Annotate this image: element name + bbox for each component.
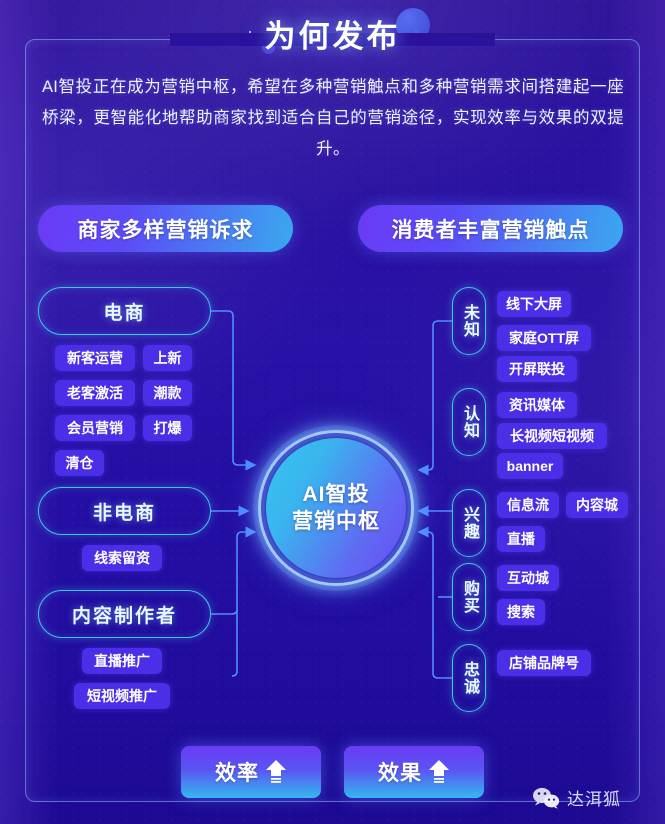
- stage-pill-purchase[interactable]: 购买: [452, 563, 486, 631]
- tag-chip[interactable]: 直播推广: [82, 648, 162, 674]
- page-title: 为何发布: [264, 18, 401, 54]
- header-pill-merchant[interactable]: 商家多样营销诉求: [38, 205, 293, 252]
- stage-pill-aware[interactable]: 认知: [452, 388, 486, 456]
- stage-pill-unknown[interactable]: 未知: [452, 287, 486, 355]
- page-title-row: 为何发布: [0, 8, 665, 64]
- effect-button-label: 效果: [378, 762, 422, 785]
- tag-chip[interactable]: 开屏联投: [497, 356, 577, 382]
- tag-chip[interactable]: 清仓: [55, 450, 104, 476]
- group-pill-ecommerce[interactable]: 电商: [38, 287, 211, 335]
- stage-pill-interest[interactable]: 兴趣: [452, 489, 486, 557]
- watermark: 达洱狐: [532, 785, 621, 810]
- hub-title-line1: AI智投: [302, 483, 370, 506]
- stage-pill-label: 购买: [461, 580, 478, 614]
- tag-chip[interactable]: 新客运营: [55, 345, 135, 371]
- tag-chip[interactable]: 老客激活: [55, 380, 135, 406]
- tag-chip[interactable]: 上新: [143, 345, 192, 371]
- tag-chip[interactable]: 信息流: [497, 492, 559, 518]
- arrow-up-icon: [429, 760, 449, 783]
- tag-chip[interactable]: 家庭OTT屏: [497, 325, 591, 351]
- hub-center-node[interactable]: AI智投 营销中枢: [266, 438, 406, 578]
- tag-chip[interactable]: 会员营销: [55, 415, 135, 441]
- tag-chip[interactable]: 短视频推广: [74, 683, 170, 709]
- stage-pill-label: 认知: [461, 405, 478, 439]
- tag-chip[interactable]: 直播: [497, 526, 545, 552]
- tag-chip[interactable]: 潮款: [143, 380, 192, 406]
- stage-pill-label: 未知: [461, 304, 478, 338]
- effect-button[interactable]: 效果: [344, 746, 484, 798]
- stage-pill-loyalty[interactable]: 忠诚: [452, 644, 486, 712]
- stage-pill-label: 忠诚: [461, 661, 478, 695]
- intro-paragraph: AI智投正在成为营销中枢，希望在多种营销触点和多种营销需求间搭建起一座桥梁，更智…: [42, 78, 624, 158]
- tag-chip[interactable]: 资讯媒体: [497, 392, 577, 418]
- tag-chip[interactable]: 互动城: [497, 565, 559, 591]
- efficiency-button-label: 效率: [215, 762, 259, 785]
- tag-chip[interactable]: 线索留资: [82, 545, 162, 571]
- wechat-icon: [533, 787, 560, 809]
- watermark-label: 达洱狐: [567, 790, 621, 809]
- tag-chip[interactable]: 长视频短视频: [497, 423, 607, 449]
- stage-pill-label: 兴趣: [461, 506, 478, 540]
- infographic-canvas: 为何发布 AI智投正在成为营销中枢，希望在多种营销触点和多种营销需求间搭建起一座…: [0, 0, 665, 824]
- tag-chip[interactable]: 店铺品牌号: [497, 650, 591, 676]
- tag-chip[interactable]: banner: [497, 453, 563, 479]
- tag-chip[interactable]: 搜索: [497, 599, 545, 625]
- arrow-up-icon: [266, 760, 286, 783]
- hub-title-line2: 营销中枢: [292, 510, 380, 533]
- tag-chip[interactable]: 线下大屏: [497, 291, 571, 317]
- tag-chip[interactable]: 打爆: [143, 415, 192, 441]
- tag-chip[interactable]: 内容城: [566, 492, 628, 518]
- efficiency-button[interactable]: 效率: [181, 746, 321, 798]
- group-pill-non-ecommerce[interactable]: 非电商: [38, 487, 211, 535]
- group-pill-content-creator[interactable]: 内容制作者: [38, 590, 211, 638]
- header-pill-consumer[interactable]: 消费者丰富营销触点: [358, 205, 623, 252]
